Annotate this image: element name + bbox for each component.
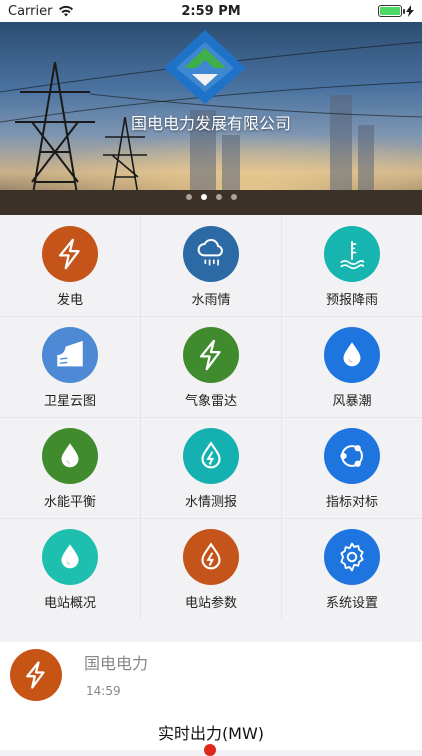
lightning-icon [58, 238, 80, 270]
water-drop-icon [61, 544, 79, 569]
tile-label: 系统设置 [325, 596, 378, 611]
tile-icon-circle [324, 529, 380, 585]
tile-label: 水能平衡 [43, 495, 96, 510]
function-grid: 发电 水雨情 预报降雨卫星云图 气象雷达 风暴潮水能平衡 水情测报 指标对标电站概况 电站参数… [0, 216, 422, 619]
carousel-dot[interactable] [230, 194, 237, 200]
tile-icon-circle [42, 327, 98, 383]
carrier-label: Carrier [8, 3, 53, 19]
water-drop-icon [343, 342, 361, 367]
news-title: 实时出力(MW) [157, 724, 265, 743]
tile[interactable]: 水能平衡 [0, 418, 140, 518]
carousel-dot[interactable] [200, 194, 207, 200]
tile-label: 气象雷达 [184, 394, 237, 409]
battery-icon [378, 5, 405, 17]
news-source: 国电电力 [84, 654, 149, 673]
tile-icon-circle [183, 428, 239, 484]
tile-icon-circle [324, 327, 380, 383]
thermometer-icon [340, 241, 365, 270]
notification-badge [204, 744, 216, 756]
tile[interactable]: 气象雷达 [141, 317, 281, 417]
cloud-rain-icon [197, 238, 223, 266]
carousel-dot[interactable] [215, 194, 222, 200]
tile[interactable]: 电站参数 [141, 519, 281, 619]
avatar [10, 649, 62, 701]
tile-label: 风暴潮 [332, 394, 372, 409]
lightning-icon [199, 339, 221, 371]
water-drop-icon [61, 443, 79, 468]
status-bar: Carrier 2:59 PM [0, 0, 422, 22]
tile-label: 电站概况 [43, 596, 96, 611]
tile-icon-circle [42, 226, 98, 282]
news-time: 14:59 [86, 684, 121, 698]
tile[interactable]: 电站概况 [0, 519, 140, 619]
tile-label: 预报降雨 [325, 293, 378, 308]
company-name: 国电电力发展有限公司 [130, 114, 291, 133]
tile-icon-circle [324, 428, 380, 484]
tile-label: 指标对标 [325, 495, 378, 510]
tile[interactable]: 系统设置 [282, 519, 422, 619]
drop-bolt-icon [201, 441, 221, 469]
tile[interactable]: 预报降雨 [282, 216, 422, 316]
tile[interactable]: 水情测报 [141, 418, 281, 518]
tile-icon-circle [183, 529, 239, 585]
tile-label: 水情测报 [184, 495, 237, 510]
tile[interactable]: 水雨情 [141, 216, 281, 316]
tile-icon-circle [42, 428, 98, 484]
carousel-dots[interactable] [0, 194, 422, 200]
company-logo [164, 30, 246, 104]
tile-label: 水雨情 [191, 293, 231, 308]
tile[interactable]: 风暴潮 [282, 317, 422, 417]
tile-label: 卫星云图 [43, 394, 96, 409]
wifi-icon [59, 5, 74, 17]
share-icon [340, 445, 363, 467]
tile-icon-circle [183, 327, 239, 383]
tile-label: 电站参数 [184, 596, 237, 611]
charging-icon [406, 5, 414, 17]
carousel-dot[interactable] [185, 194, 192, 200]
tile-label: 发电 [56, 293, 83, 308]
news-card[interactable]: 国电电力 14:59 实时出力(MW) [0, 642, 422, 756]
tile[interactable]: 指标对标 [282, 418, 422, 518]
tile-icon-circle [42, 529, 98, 585]
tile[interactable]: 发电 [0, 216, 140, 316]
gear-icon [340, 542, 364, 572]
banner-carousel[interactable]: 国电电力发展有限公司 [0, 22, 422, 215]
tile[interactable]: 卫星云图 [0, 317, 140, 417]
lightning-icon [26, 661, 45, 689]
tile-icon-circle [183, 226, 239, 282]
drop-bolt-icon [201, 542, 221, 570]
waterfall-icon [57, 340, 83, 367]
tile-icon-circle [324, 226, 380, 282]
